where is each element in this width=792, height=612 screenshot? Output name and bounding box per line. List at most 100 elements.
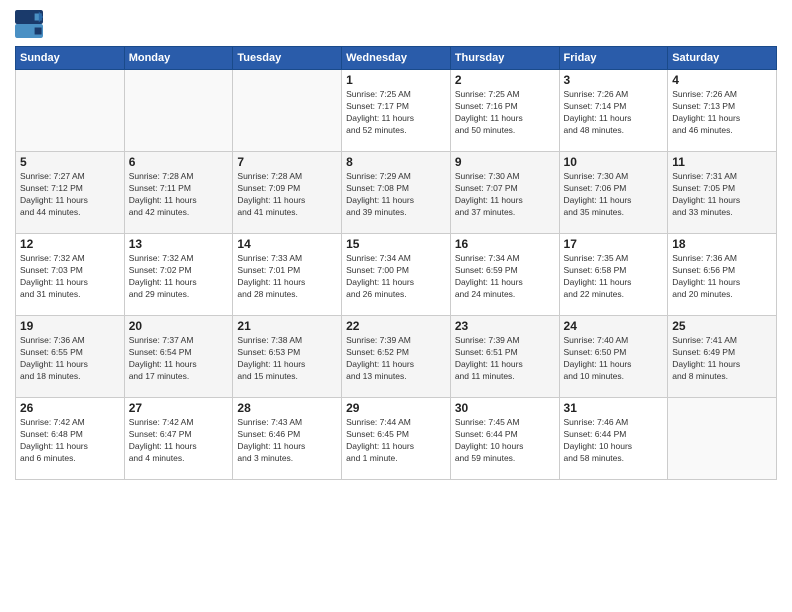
week-row: 26 Sunrise: 7:42 AM Sunset: 6:48 PM Dayli… [16,398,777,480]
day-number: 19 [20,319,120,333]
day-number: 7 [237,155,337,169]
day-info: Sunrise: 7:36 AM Sunset: 6:55 PM Dayligh… [20,335,120,383]
day-number: 14 [237,237,337,251]
day-info: Sunrise: 7:41 AM Sunset: 6:49 PM Dayligh… [672,335,772,383]
calendar-cell: 5 Sunrise: 7:27 AM Sunset: 7:12 PM Daylig… [16,152,125,234]
day-info: Sunrise: 7:28 AM Sunset: 7:11 PM Dayligh… [129,171,229,219]
header-day: Sunday [16,47,125,70]
day-info: Sunrise: 7:28 AM Sunset: 7:09 PM Dayligh… [237,171,337,219]
calendar-cell: 22 Sunrise: 7:39 AM Sunset: 6:52 PM Dayli… [342,316,451,398]
day-info: Sunrise: 7:34 AM Sunset: 6:59 PM Dayligh… [455,253,555,301]
day-info: Sunrise: 7:38 AM Sunset: 6:53 PM Dayligh… [237,335,337,383]
calendar-cell: 31Sunrise: 7:46 AM Sunset: 6:44 PM Dayli… [559,398,668,480]
day-info: Sunrise: 7:30 AM Sunset: 7:07 PM Dayligh… [455,171,555,219]
week-row: 1 Sunrise: 7:25 AM Sunset: 7:17 PM Daylig… [16,70,777,152]
day-info: Sunrise: 7:42 AM Sunset: 6:47 PM Dayligh… [129,417,229,465]
calendar-cell [16,70,125,152]
day-info: Sunrise: 7:42 AM Sunset: 6:48 PM Dayligh… [20,417,120,465]
header-day: Thursday [450,47,559,70]
day-number: 30 [455,401,555,415]
day-number: 16 [455,237,555,251]
calendar-cell: 29 Sunrise: 7:44 AM Sunset: 6:45 PM Dayli… [342,398,451,480]
calendar-cell: 10 Sunrise: 7:30 AM Sunset: 7:06 PM Dayli… [559,152,668,234]
calendar-cell: 15 Sunrise: 7:34 AM Sunset: 7:00 PM Dayli… [342,234,451,316]
day-number: 21 [237,319,337,333]
calendar-cell: 28Sunrise: 7:43 AM Sunset: 6:46 PM Dayli… [233,398,342,480]
day-info: Sunrise: 7:32 AM Sunset: 7:03 PM Dayligh… [20,253,120,301]
calendar-cell: 6Sunrise: 7:28 AM Sunset: 7:11 PM Daylig… [124,152,233,234]
day-number: 13 [129,237,229,251]
week-row: 12 Sunrise: 7:32 AM Sunset: 7:03 PM Dayli… [16,234,777,316]
day-info: Sunrise: 7:29 AM Sunset: 7:08 PM Dayligh… [346,171,446,219]
day-number: 29 [346,401,446,415]
calendar-cell: 7 Sunrise: 7:28 AM Sunset: 7:09 PM Daylig… [233,152,342,234]
header-day: Saturday [668,47,777,70]
calendar-cell: 9 Sunrise: 7:30 AM Sunset: 7:07 PM Daylig… [450,152,559,234]
calendar-cell: 4 Sunrise: 7:26 AM Sunset: 7:13 PM Daylig… [668,70,777,152]
day-number: 9 [455,155,555,169]
day-number: 27 [129,401,229,415]
day-number: 26 [20,401,120,415]
calendar-cell: 18Sunrise: 7:36 AM Sunset: 6:56 PM Dayli… [668,234,777,316]
header-row: SundayMondayTuesdayWednesdayThursdayFrid… [16,47,777,70]
day-number: 17 [564,237,664,251]
day-number: 15 [346,237,446,251]
calendar-cell: 26 Sunrise: 7:42 AM Sunset: 6:48 PM Dayli… [16,398,125,480]
header [15,10,777,38]
calendar-cell: 30 Sunrise: 7:45 AM Sunset: 6:44 PM Dayli… [450,398,559,480]
calendar-cell: 24 Sunrise: 7:40 AM Sunset: 6:50 PM Dayli… [559,316,668,398]
calendar-cell: 25 Sunrise: 7:41 AM Sunset: 6:49 PM Dayli… [668,316,777,398]
day-info: Sunrise: 7:25 AM Sunset: 7:17 PM Dayligh… [346,89,446,137]
day-info: Sunrise: 7:27 AM Sunset: 7:12 PM Dayligh… [20,171,120,219]
calendar-cell: 20Sunrise: 7:37 AM Sunset: 6:54 PM Dayli… [124,316,233,398]
calendar-cell [124,70,233,152]
day-info: Sunrise: 7:25 AM Sunset: 7:16 PM Dayligh… [455,89,555,137]
day-info: Sunrise: 7:46 AM Sunset: 6:44 PM Dayligh… [564,417,664,465]
calendar-cell: 11 Sunrise: 7:31 AM Sunset: 7:05 PM Dayli… [668,152,777,234]
day-number: 24 [564,319,664,333]
day-number: 25 [672,319,772,333]
day-number: 5 [20,155,120,169]
calendar-cell: 27 Sunrise: 7:42 AM Sunset: 6:47 PM Dayli… [124,398,233,480]
day-info: Sunrise: 7:39 AM Sunset: 6:51 PM Dayligh… [455,335,555,383]
calendar-cell: 17 Sunrise: 7:35 AM Sunset: 6:58 PM Dayli… [559,234,668,316]
calendar-cell: 8Sunrise: 7:29 AM Sunset: 7:08 PM Daylig… [342,152,451,234]
day-info: Sunrise: 7:31 AM Sunset: 7:05 PM Dayligh… [672,171,772,219]
day-info: Sunrise: 7:34 AM Sunset: 7:00 PM Dayligh… [346,253,446,301]
calendar-cell: 2Sunrise: 7:25 AM Sunset: 7:16 PM Daylig… [450,70,559,152]
header-day: Wednesday [342,47,451,70]
logo [15,10,45,38]
day-info: Sunrise: 7:26 AM Sunset: 7:14 PM Dayligh… [564,89,664,137]
day-number: 4 [672,73,772,87]
day-info: Sunrise: 7:30 AM Sunset: 7:06 PM Dayligh… [564,171,664,219]
logo-icon [15,10,43,38]
header-day: Friday [559,47,668,70]
day-number: 3 [564,73,664,87]
day-number: 1 [346,73,446,87]
calendar-cell: 21 Sunrise: 7:38 AM Sunset: 6:53 PM Dayli… [233,316,342,398]
day-info: Sunrise: 7:35 AM Sunset: 6:58 PM Dayligh… [564,253,664,301]
calendar-page: SundayMondayTuesdayWednesdayThursdayFrid… [0,0,792,612]
day-number: 10 [564,155,664,169]
week-row: 5 Sunrise: 7:27 AM Sunset: 7:12 PM Daylig… [16,152,777,234]
day-info: Sunrise: 7:26 AM Sunset: 7:13 PM Dayligh… [672,89,772,137]
day-info: Sunrise: 7:39 AM Sunset: 6:52 PM Dayligh… [346,335,446,383]
day-info: Sunrise: 7:33 AM Sunset: 7:01 PM Dayligh… [237,253,337,301]
calendar-table: SundayMondayTuesdayWednesdayThursdayFrid… [15,46,777,480]
day-number: 12 [20,237,120,251]
calendar-cell: 16 Sunrise: 7:34 AM Sunset: 6:59 PM Dayli… [450,234,559,316]
calendar-cell [233,70,342,152]
week-row: 19 Sunrise: 7:36 AM Sunset: 6:55 PM Dayli… [16,316,777,398]
calendar-cell: 13Sunrise: 7:32 AM Sunset: 7:02 PM Dayli… [124,234,233,316]
calendar-cell: 1 Sunrise: 7:25 AM Sunset: 7:17 PM Daylig… [342,70,451,152]
calendar-cell: 19 Sunrise: 7:36 AM Sunset: 6:55 PM Dayli… [16,316,125,398]
day-info: Sunrise: 7:45 AM Sunset: 6:44 PM Dayligh… [455,417,555,465]
day-number: 20 [129,319,229,333]
calendar-cell: 3 Sunrise: 7:26 AM Sunset: 7:14 PM Daylig… [559,70,668,152]
day-info: Sunrise: 7:44 AM Sunset: 6:45 PM Dayligh… [346,417,446,465]
day-number: 22 [346,319,446,333]
day-number: 11 [672,155,772,169]
day-info: Sunrise: 7:40 AM Sunset: 6:50 PM Dayligh… [564,335,664,383]
calendar-cell [668,398,777,480]
day-number: 18 [672,237,772,251]
